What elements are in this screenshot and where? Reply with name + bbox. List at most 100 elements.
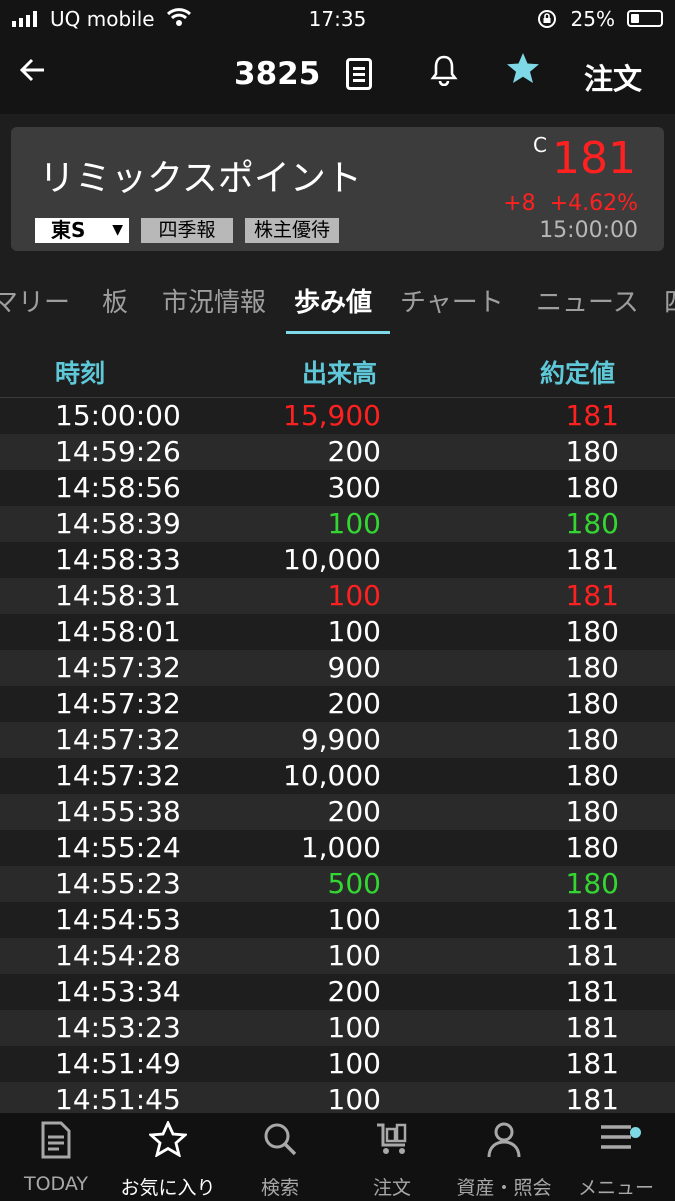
table-row: 14:58:01 100 180 (0, 614, 675, 650)
tick-price: 181 (565, 1047, 619, 1080)
nav-menu[interactable]: メニュー (560, 1113, 672, 1201)
stock-card: リミックスポイント 東S ▼ 四季報 株主優待 C 181 +8 +4.62% … (11, 127, 664, 251)
tick-price: 181 (565, 543, 619, 576)
tick-price: 181 (565, 579, 619, 612)
rotation-lock-icon (537, 9, 557, 34)
yutai-tag[interactable]: 株主優待 (245, 218, 339, 243)
tick-price: 180 (565, 615, 619, 648)
cart-icon (336, 1121, 448, 1161)
tick-volume: 500 (327, 867, 381, 900)
tick-time: 14:57:32 (55, 723, 181, 756)
back-arrow-icon[interactable] (18, 54, 48, 94)
tab-market-info[interactable]: 市況情報 (162, 282, 266, 319)
tick-price: 180 (565, 471, 619, 504)
tick-volume: 200 (327, 795, 381, 828)
tab-board[interactable]: 板 (102, 282, 128, 319)
tick-volume: 15,900 (283, 399, 381, 432)
tick-volume: 1,000 (300, 831, 381, 864)
search-icon (224, 1121, 336, 1161)
tick-volume: 200 (327, 435, 381, 468)
table-row: 15:00:00 15,900 181 (0, 398, 675, 434)
tick-price: 181 (565, 399, 619, 432)
tick-volume: 300 (327, 471, 381, 504)
tick-price: 181 (565, 939, 619, 972)
market-select[interactable]: 東S ▼ (35, 218, 129, 243)
nav-today[interactable]: TODAY (0, 1113, 112, 1201)
status-bar: UQ mobile 17:35 25% (0, 0, 675, 38)
table-row: 14:58:31 100 181 (0, 578, 675, 614)
star-outline-icon (112, 1119, 224, 1161)
nav-assets[interactable]: 資産・照会 (448, 1113, 560, 1201)
tick-price: 181 (565, 1011, 619, 1044)
table-row: 14:55:24 1,000 180 (0, 830, 675, 866)
table-row: 14:59:26 200 180 (0, 434, 675, 470)
tick-price: 180 (565, 687, 619, 720)
nav-label: お気に入り (120, 1177, 216, 1199)
tick-time: 14:58:31 (55, 579, 181, 612)
tick-volume: 100 (327, 1083, 381, 1112)
tick-time: 14:58:33 (55, 543, 181, 576)
nav-order[interactable]: 注文 (336, 1113, 448, 1201)
tick-volume: 200 (327, 975, 381, 1008)
tick-price: 180 (565, 831, 619, 864)
tick-price: 180 (565, 651, 619, 684)
shikiho-tag[interactable]: 四季報 (141, 218, 233, 243)
tab-ticks[interactable]: 歩み値 (294, 282, 372, 319)
price-time: 15:00:00 (539, 218, 638, 243)
tick-price: 180 (565, 723, 619, 756)
tab-bar: マリー 板 市況情報 歩み値 チャート ニュース 四 (0, 258, 675, 338)
person-icon (448, 1121, 560, 1161)
nav-search[interactable]: 検索 (224, 1113, 336, 1201)
tick-list[interactable]: 15:00:00 15,900 181 14:59:26 200 180 14:58:56 3… (0, 398, 675, 1112)
notification-dot (630, 1127, 641, 1138)
table-row: 14:58:39 100 180 (0, 506, 675, 542)
tab-chart[interactable]: チャート (400, 282, 504, 319)
table-row: 14:53:23 100 181 (0, 1010, 675, 1046)
tick-volume: 900 (327, 651, 381, 684)
tick-price: 181 (565, 1083, 619, 1112)
table-row: 14:55:38 200 180 (0, 794, 675, 830)
order-button[interactable]: 注文 (584, 56, 642, 98)
tick-price: 181 (565, 975, 619, 1008)
current-price: 181 (552, 133, 636, 184)
tick-time: 14:55:24 (55, 831, 181, 864)
table-row: 14:58:56 300 180 (0, 470, 675, 506)
tick-time: 14:51:49 (55, 1047, 181, 1080)
table-row: 14:57:32 9,900 180 (0, 722, 675, 758)
tick-time: 14:58:01 (55, 615, 181, 648)
table-row: 14:53:34 200 181 (0, 974, 675, 1010)
nav-bar: 3825 注文 (0, 38, 675, 114)
tick-time: 14:54:28 (55, 939, 181, 972)
tick-volume: 100 (327, 579, 381, 612)
tick-price: 180 (565, 435, 619, 468)
header-price: 約定値 (540, 359, 616, 388)
nav-favorites[interactable]: お気に入り (112, 1113, 224, 1201)
tick-price: 180 (565, 507, 619, 540)
tick-time: 14:59:26 (55, 435, 181, 468)
star-icon[interactable] (506, 52, 540, 93)
tick-time: 14:53:34 (55, 975, 181, 1008)
document-icon[interactable] (346, 58, 372, 90)
tab-news[interactable]: ニュース (536, 282, 639, 319)
price-change: +8 +4.62% (503, 191, 638, 216)
table-row: 14:57:32 10,000 180 (0, 758, 675, 794)
table-header: 時刻 出来高 約定値 (0, 340, 675, 398)
tick-time: 14:58:56 (55, 471, 181, 504)
battery-percent: 25% (570, 7, 615, 31)
table-row: 14:57:32 200 180 (0, 686, 675, 722)
table-row: 14:51:45 100 181 (0, 1082, 675, 1112)
tick-volume: 10,000 (283, 543, 381, 576)
bell-icon[interactable] (430, 54, 458, 94)
tab-summary[interactable]: マリー (0, 282, 70, 319)
tab-underline (286, 331, 390, 334)
tick-time: 14:58:39 (55, 507, 181, 540)
tick-time: 14:57:32 (55, 687, 181, 720)
tick-time: 14:51:45 (55, 1083, 181, 1112)
table-row: 14:54:28 100 181 (0, 938, 675, 974)
market-label: 東S (51, 218, 86, 242)
stock-name: リミックスポイント (39, 158, 362, 199)
tab-shikiho[interactable]: 四 (664, 282, 675, 319)
table-row: 14:54:53 100 181 (0, 902, 675, 938)
bottom-nav: TODAY お気に入り 検索 注文 資産・照会 メニュー (0, 1112, 675, 1201)
today-icon (0, 1121, 112, 1161)
